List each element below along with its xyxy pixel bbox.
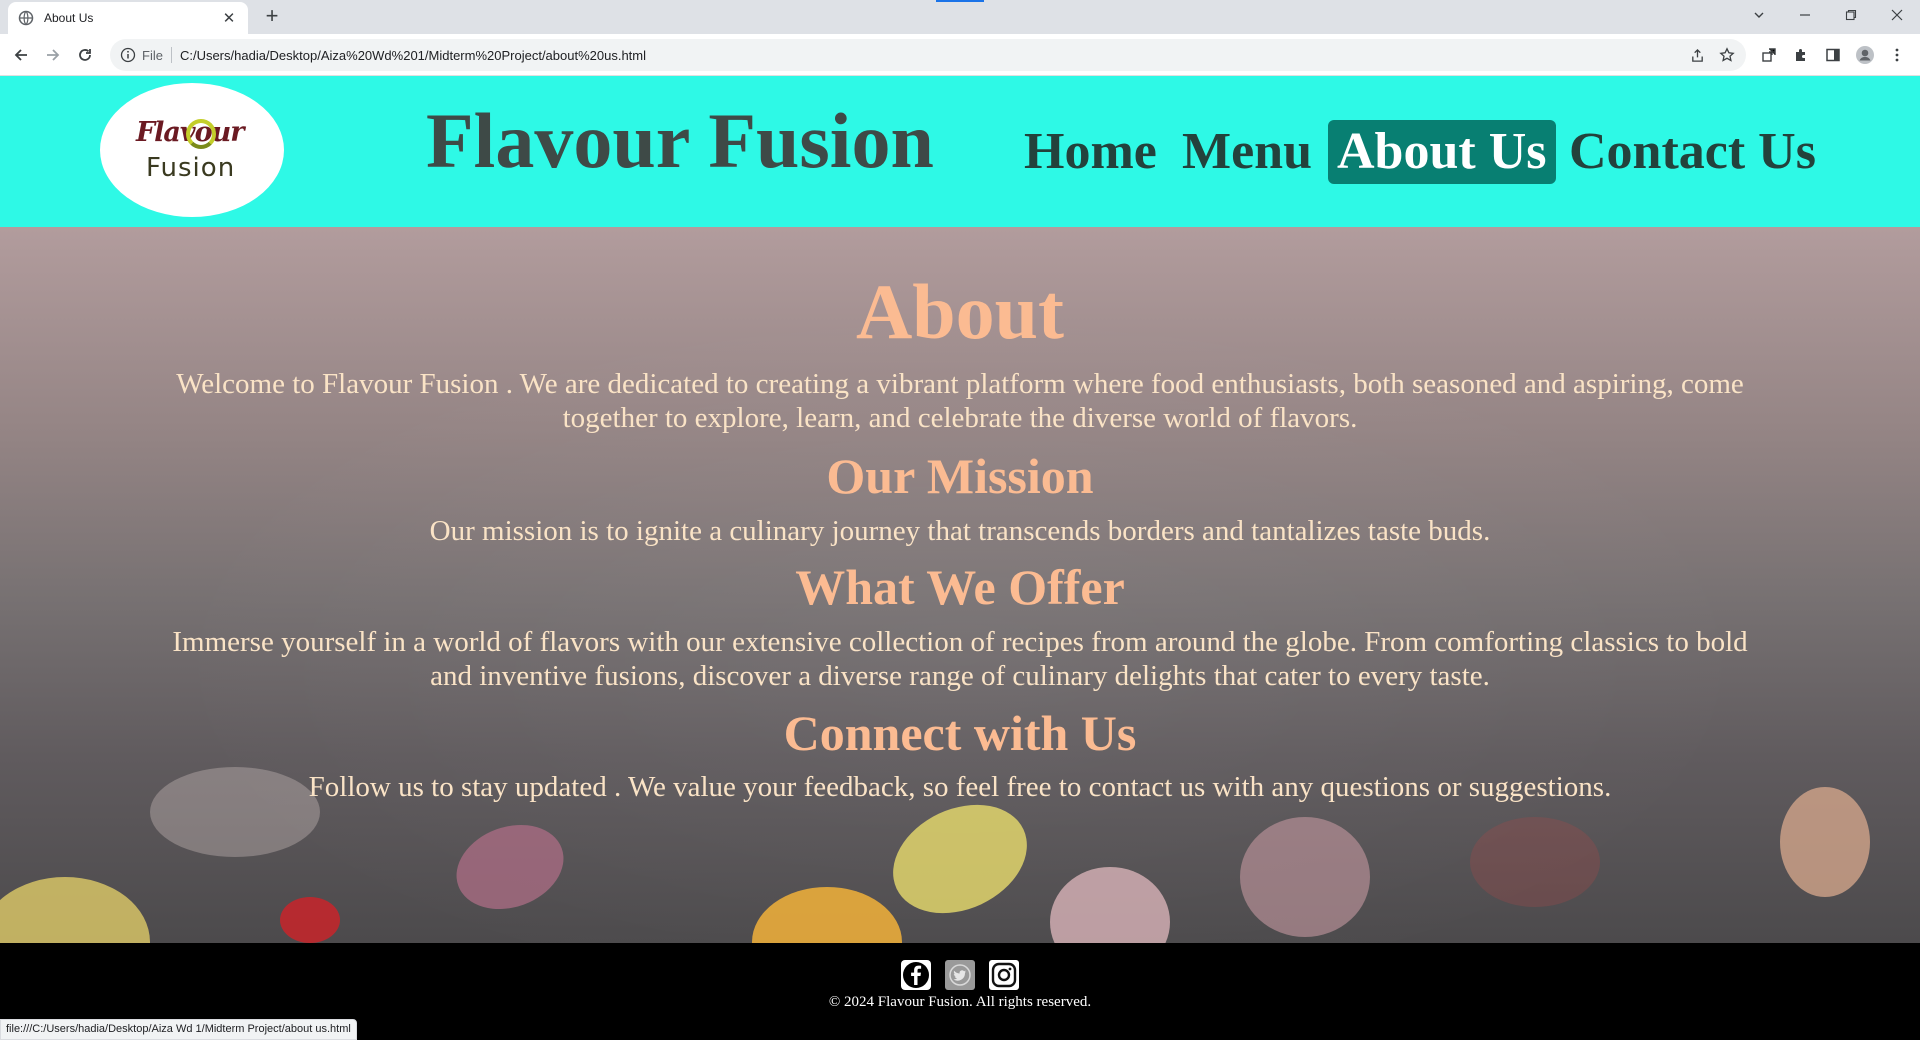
connect-paragraph: Follow us to stay updated . We value you…: [308, 771, 1612, 803]
offer-paragraph: Immerse yourself in a world of flavors w…: [172, 626, 1748, 692]
tab-search-icon[interactable]: [1736, 0, 1782, 30]
logo-text-fusion: Fusion: [146, 153, 236, 183]
address-bar[interactable]: File C:/Users/hadia/Desktop/Aiza%20Wd%20…: [110, 39, 1746, 71]
profile-avatar-icon[interactable]: [1853, 43, 1877, 67]
new-tab-button[interactable]: +: [260, 5, 284, 29]
lemon-decoration: [752, 887, 902, 943]
site-title: Flavour Fusion: [426, 97, 934, 184]
intro-paragraph: Welcome to Flavour Fusion . We are dedic…: [176, 368, 1744, 434]
extensions-puzzle-icon[interactable]: [1789, 43, 1813, 67]
connect-heading: Connect with Us: [783, 705, 1137, 761]
nav-about-us[interactable]: About Us: [1328, 120, 1556, 184]
logo-ring-icon: [186, 119, 216, 149]
globe-icon: [18, 10, 34, 26]
instagram-icon[interactable]: [988, 959, 1020, 991]
garlic-decoration: [1240, 817, 1370, 937]
nav-home[interactable]: Home: [1024, 120, 1157, 184]
reload-icon[interactable]: [73, 43, 97, 67]
url-scheme: File: [142, 47, 163, 63]
shallot-decoration: [1780, 787, 1870, 897]
browser-tab[interactable]: About Us ✕: [8, 2, 248, 34]
site-header: Flavour Fusion Flavour Fusion Home Menu …: [0, 76, 1920, 227]
offer-heading: What We Offer: [795, 559, 1125, 615]
lemon-decoration: [875, 784, 1045, 934]
url-separator: [170, 47, 172, 63]
browser-toolbar: File C:/Users/hadia/Desktop/Aiza%20Wd%20…: [0, 34, 1920, 76]
shallot-decoration: [444, 810, 576, 924]
forward-arrow-icon[interactable]: [41, 43, 65, 67]
minimize-button[interactable]: [1782, 0, 1828, 30]
chili-decoration: [280, 897, 340, 943]
lemon-decoration: [0, 877, 150, 943]
about-hero-section: About Welcome to Flavour Fusion . We are…: [0, 227, 1920, 943]
restore-button[interactable]: [1828, 0, 1874, 30]
tab-indicator: [936, 0, 984, 2]
status-bar-url: file:///C:/Users/hadia/Desktop/Aiza Wd 1…: [0, 1019, 357, 1040]
nav-menu[interactable]: Menu: [1182, 120, 1312, 184]
copyright-text: © 2024 Flavour Fusion. All rights reserv…: [828, 994, 1092, 1010]
share-icon[interactable]: [1686, 44, 1708, 66]
browser-menu-icon[interactable]: [1885, 43, 1909, 67]
bookmark-star-icon[interactable]: [1716, 44, 1738, 66]
close-tab-icon[interactable]: ✕: [220, 9, 238, 27]
garlic-decoration: [1050, 867, 1170, 943]
mission-heading: Our Mission: [826, 448, 1094, 504]
info-icon[interactable]: [120, 47, 136, 63]
back-arrow-icon[interactable]: [9, 43, 33, 67]
browser-tabbar: About Us ✕ +: [0, 0, 1920, 34]
tab-groups-icon[interactable]: [1757, 43, 1781, 67]
facebook-icon[interactable]: [900, 959, 932, 991]
peppercorn-decoration: [1470, 817, 1600, 907]
close-window-button[interactable]: [1874, 0, 1920, 30]
web-page: Flavour Fusion Flavour Fusion Home Menu …: [0, 76, 1920, 1040]
nav-contact-us[interactable]: Contact Us: [1569, 120, 1816, 184]
tab-title: About Us: [44, 11, 94, 25]
url-text[interactable]: C:/Users/hadia/Desktop/Aiza%20Wd%201/Mid…: [180, 48, 646, 63]
twitter-icon[interactable]: [944, 959, 976, 991]
mission-paragraph: Our mission is to ignite a culinary jour…: [429, 515, 1491, 547]
side-panel-icon[interactable]: [1821, 43, 1845, 67]
site-logo[interactable]: Flavour Fusion: [100, 83, 284, 217]
about-title: About: [855, 268, 1065, 355]
